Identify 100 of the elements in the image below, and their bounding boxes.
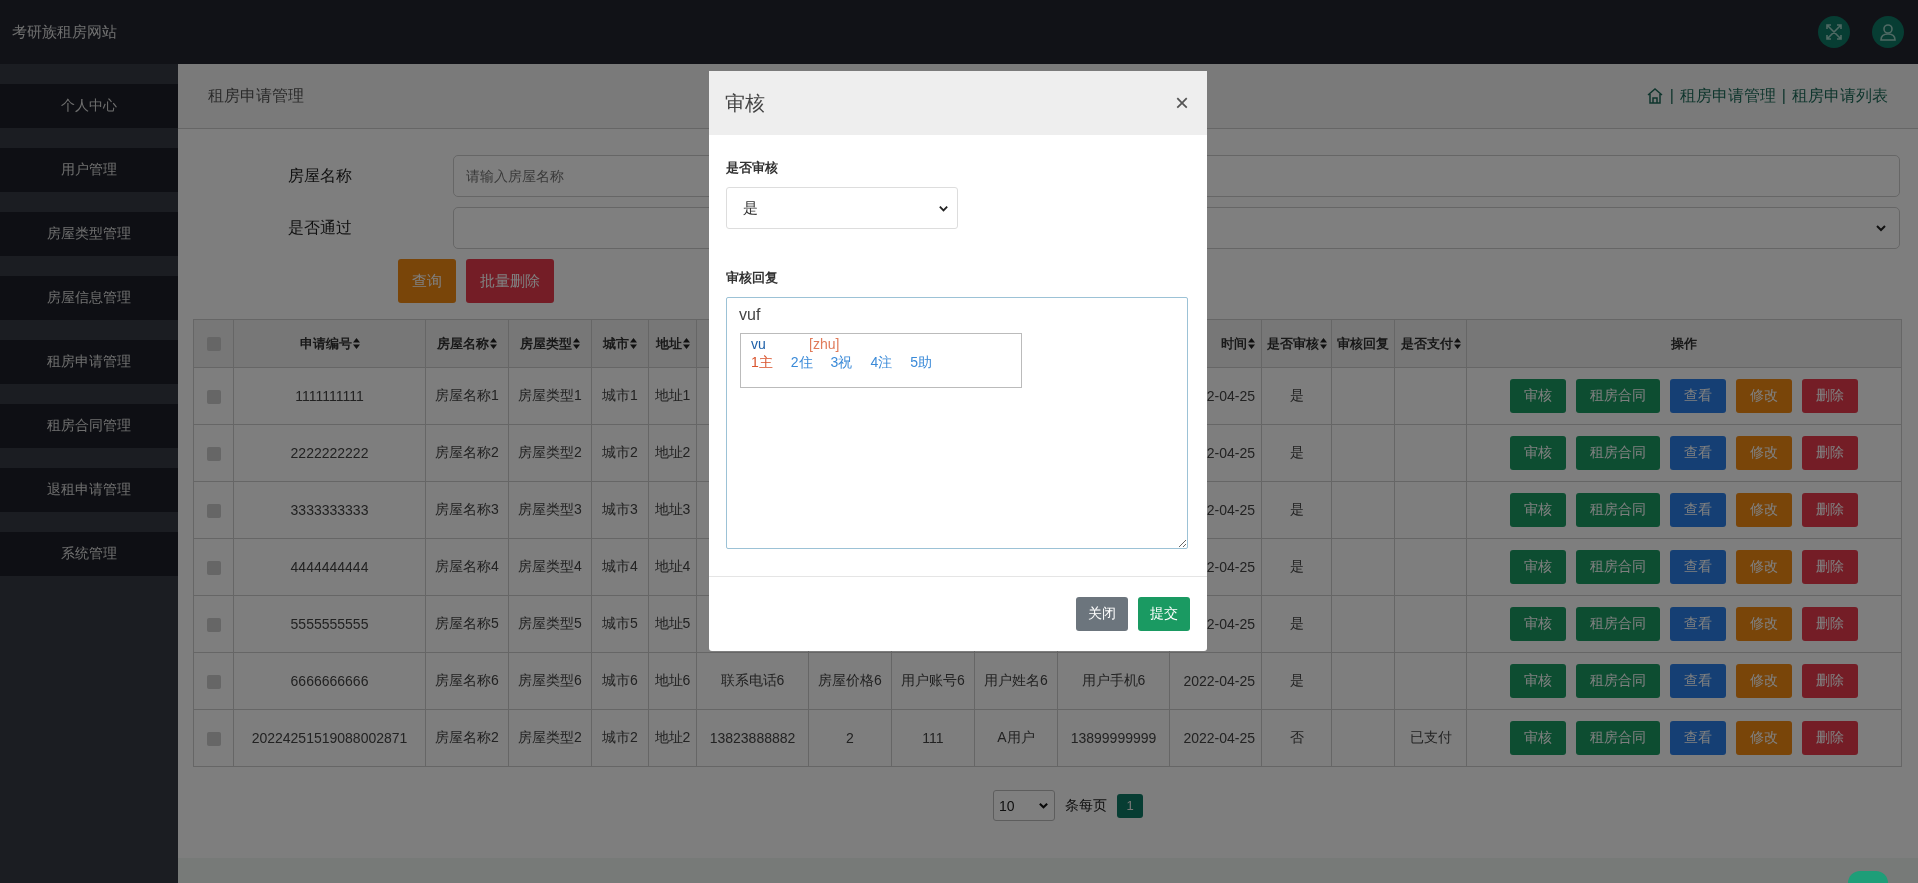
sort-icon[interactable] [573,338,580,349]
breadcrumb-separator: | [1781,87,1786,105]
action-button[interactable]: 审核 [1510,664,1566,698]
sidebar-item[interactable]: 退租申请管理 [0,468,178,512]
page-size-select[interactable]: 10 [993,790,1055,821]
row-checkbox[interactable] [206,561,221,576]
action-button[interactable]: 审核 [1510,607,1566,641]
row-checkbox[interactable] [206,675,221,690]
row-checkbox[interactable] [206,390,221,405]
sort-icon[interactable] [682,338,690,349]
action-button[interactable]: 审核 [1510,493,1566,527]
action-button[interactable]: 查看 [1670,664,1726,698]
action-button[interactable]: 删除 [1802,379,1858,413]
table-cell: 房屋名称4 [435,558,499,574]
sidebar-item[interactable]: 租房合同管理 [0,404,178,448]
row-checkbox[interactable] [206,618,221,633]
table-cell: 城市5 [602,615,638,631]
sort-icon[interactable] [1248,338,1255,349]
action-button[interactable]: 查看 [1670,721,1726,755]
column-header[interactable]: 城市 [603,334,629,353]
action-button[interactable]: 修改 [1736,550,1792,584]
table-cell: 联系电话6 [720,672,785,688]
table-cell: 房屋名称2 [435,444,499,460]
close-button[interactable]: × [1173,91,1191,115]
sidebar-item[interactable]: 房屋类型管理 [0,212,178,256]
action-button[interactable]: 删除 [1802,721,1858,755]
action-button[interactable]: 查看 [1670,607,1726,641]
ime-candidate[interactable]: 1主 [751,354,773,372]
table-cell: 2-04-25 [1206,445,1255,461]
action-button[interactable]: 审核 [1510,379,1566,413]
column-header[interactable]: 操作 [1671,334,1697,353]
table-cell: 城市2 [602,729,638,745]
fullscreen-icon[interactable] [1818,16,1850,48]
review-select[interactable]: 是 [726,187,958,229]
table-cell: 否 [1289,729,1304,745]
table-cell: 房屋类型6 [518,672,582,688]
action-button[interactable]: 删除 [1802,607,1858,641]
row-checkbox[interactable] [206,504,221,519]
ime-candidate[interactable]: 2住 [790,354,813,372]
field-label: 是否通过 [288,217,353,238]
action-button[interactable]: 删除 [1802,550,1858,584]
action-button[interactable]: 租房合同 [1576,607,1660,641]
sidebar-item[interactable]: 用户管理 [0,148,178,192]
sort-icon[interactable] [352,338,360,349]
action-button[interactable]: 租房合同 [1576,664,1660,698]
sidebar-item[interactable]: 房屋信息管理 [0,276,178,320]
action-button[interactable]: 修改 [1736,721,1792,755]
action-button[interactable]: 修改 [1736,607,1792,641]
action-button[interactable]: 租房合同 [1576,493,1660,527]
action-button[interactable]: 修改 [1736,436,1792,470]
action-button[interactable]: 租房合同 [1576,721,1660,755]
sort-icon[interactable] [1319,338,1327,349]
ime-candidate[interactable]: 3祝 [830,354,853,372]
action-button[interactable]: 租房合同 [1576,550,1660,584]
table-cell: 2-04-25 [1206,502,1255,518]
table-cell: 20224251519088002871 [251,730,408,746]
action-button[interactable]: 修改 [1736,379,1792,413]
action-button[interactable]: 审核 [1510,550,1566,584]
action-button[interactable]: 查看 [1670,493,1726,527]
action-button[interactable]: 审核 [1510,436,1566,470]
row-checkbox[interactable] [206,447,221,462]
user-icon[interactable] [1872,16,1904,48]
table-cell: 是 [1289,501,1304,517]
action-button[interactable]: 查看 [1670,550,1726,584]
table-cell: 2-04-25 [1206,388,1255,404]
sort-icon[interactable] [490,338,497,349]
column-header[interactable]: 时间 [1221,334,1247,353]
table-cell: 是 [1289,672,1304,688]
page-button[interactable]: 1 [1117,793,1143,818]
column-header[interactable]: 申请编号 [299,334,352,353]
action-button[interactable]: 查看 [1670,436,1726,470]
action-button[interactable]: 修改 [1736,664,1792,698]
sort-icon[interactable] [1453,338,1461,349]
action-button[interactable]: 删除 [1802,436,1858,470]
breadcrumb-link[interactable]: 租房申请列表 [1792,85,1888,107]
action-button[interactable]: 租房合同 [1576,436,1660,470]
sort-icon[interactable] [630,338,637,349]
ime-pinyin: [zhu] [809,336,840,352]
sidebar-item[interactable]: 系统管理 [0,532,178,576]
action-button[interactable]: 租房合同 [1576,379,1660,413]
home-icon[interactable] [1645,87,1664,105]
table-cell: 房屋价格6 [818,672,882,688]
breadcrumb-link[interactable]: 租房申请管理 [1679,85,1776,107]
action-button[interactable]: 查询 [398,259,456,303]
select-value: 是 [743,198,758,218]
dialog-button[interactable]: 提交 [1138,597,1190,631]
action-button[interactable]: 删除 [1802,493,1858,527]
action-button[interactable]: 查看 [1670,379,1726,413]
action-button[interactable]: 删除 [1802,664,1858,698]
table-cell: 是 [1289,558,1304,574]
sidebar-item[interactable]: 个人中心 [0,84,178,128]
dialog-button[interactable]: 关闭 [1076,597,1128,631]
row-checkbox[interactable] [206,732,221,747]
action-button[interactable]: 审核 [1510,721,1566,755]
sidebar-item[interactable]: 租房申请管理 [0,340,178,384]
ime-candidate[interactable]: 5助 [910,354,932,372]
action-button[interactable]: 批量删除 [466,259,554,303]
action-button[interactable]: 修改 [1736,493,1792,527]
ime-candidate[interactable]: 4注 [870,354,893,372]
table-cell: 地址5 [654,615,691,631]
